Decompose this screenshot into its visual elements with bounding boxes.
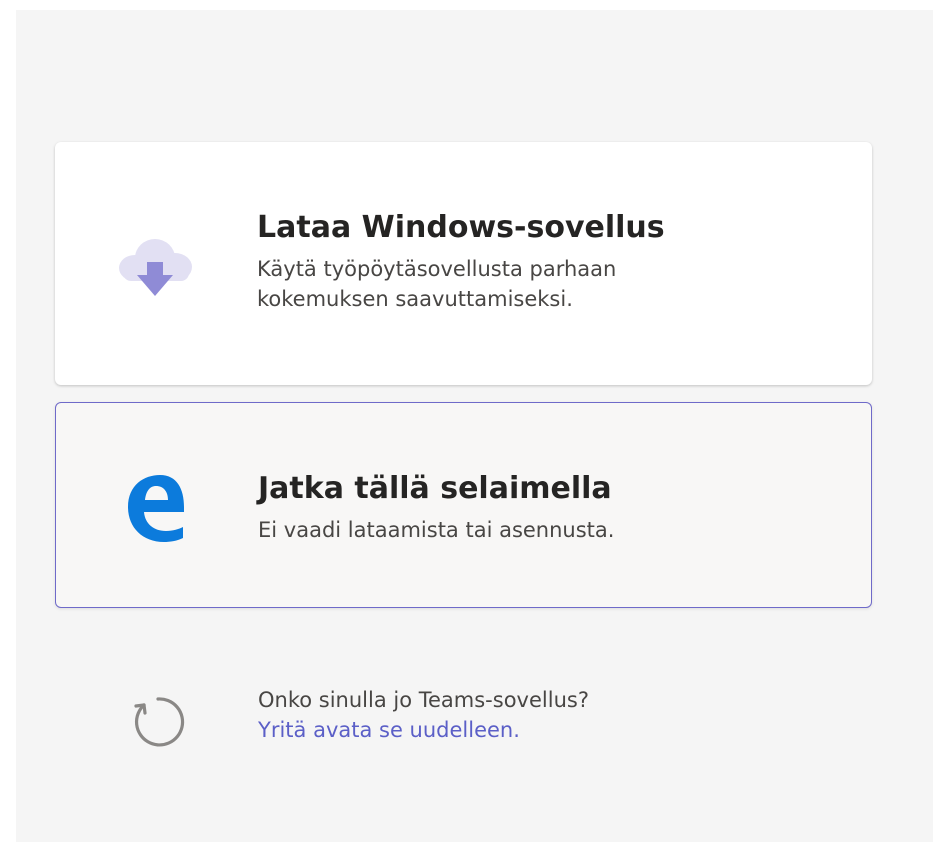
download-card-title: Lataa Windows-sovellus	[257, 210, 665, 245]
continue-in-browser-card[interactable]: Jatka tällä selaimella Ei vaadi lataamis…	[55, 402, 872, 608]
retry-text: Onko sinulla jo Teams-sovellus? Yritä av…	[258, 685, 758, 745]
browser-card-description: Ei vaadi lataamista tai asennusta.	[258, 518, 615, 542]
launcher-page: Lataa Windows-sovellus Käytä työpöytäsov…	[16, 10, 933, 842]
download-card-description: Käytä työpöytäsovellusta parhaan kokemuk…	[257, 257, 617, 311]
browser-card-text: Jatka tällä selaimella Ei vaadi lataamis…	[258, 469, 698, 545]
retry-question: Onko sinulla jo Teams-sovellus?	[258, 688, 589, 712]
edge-browser-icon	[122, 471, 188, 543]
retry-open-link[interactable]: Yritä avata se uudelleen.	[258, 715, 520, 745]
download-card-text: Lataa Windows-sovellus Käytä työpöytäsov…	[257, 208, 697, 314]
cloud-download-icon	[113, 230, 197, 300]
browser-card-title: Jatka tällä selaimella	[258, 471, 612, 506]
download-windows-app-card[interactable]: Lataa Windows-sovellus Käytä työpöytäsov…	[55, 142, 872, 385]
refresh-icon[interactable]	[130, 693, 186, 749]
